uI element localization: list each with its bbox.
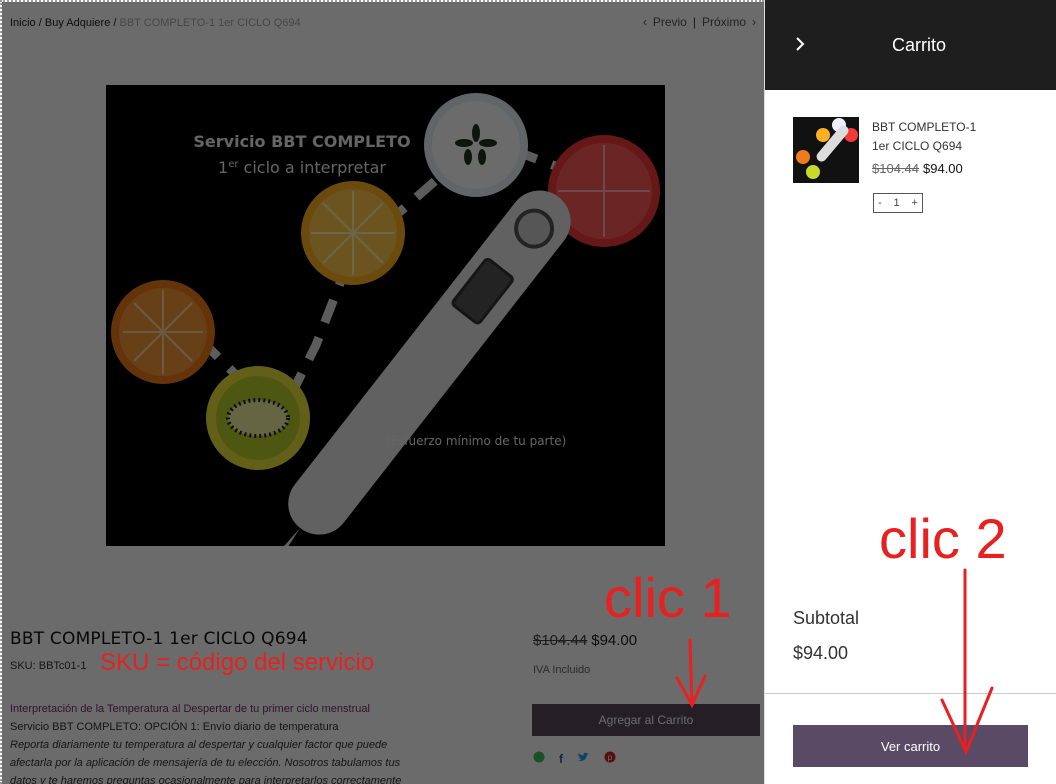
product-title: BBT COMPLETO-1 1er CICLO Q694: [10, 629, 308, 649]
cart-item-thumbnail[interactable]: [793, 117, 859, 183]
subtotal-label: Subtotal: [793, 608, 860, 628]
annotation-clic-1: clic 1: [604, 566, 732, 629]
sku-line: SKU: BBTc01-1: [10, 660, 86, 672]
cart-item-name-line2: 1er CICLO Q694: [872, 139, 963, 153]
twitter-icon[interactable]: [577, 752, 590, 766]
sku-label: SKU:: [10, 660, 36, 672]
description-line: datos y te haremos preguntas ocasionalme…: [10, 775, 402, 784]
add-to-cart-button[interactable]: Agregar al Carrito: [532, 704, 760, 736]
image-caption: (Esfuerzo mínimo de tu parte): [386, 434, 567, 448]
breadcrumb-separator: /: [113, 17, 117, 29]
cart-item-price: $104.44 $94.00: [872, 161, 963, 176]
description-line: Reporta diariamente tu temperatura al de…: [10, 739, 388, 751]
product-image[interactable]: Servicio BBT COMPLETO 1er ciclo a interp…: [106, 85, 665, 611]
pager-separator: |: [692, 15, 696, 29]
prev-link[interactable]: Previo: [653, 15, 687, 29]
share-icons: f p: [533, 751, 616, 766]
sku-value: BBTc01-1: [38, 660, 87, 672]
svg-text:p: p: [608, 753, 613, 762]
page: Inicio / Buy Adquiere / BBT COMPLETO-1 1…: [0, 0, 1056, 784]
cart-thumbnail-illustration: [793, 117, 859, 183]
breadcrumb-home[interactable]: Inicio: [10, 17, 36, 29]
view-cart-button[interactable]: Ver carrito: [793, 725, 1028, 767]
qty-plus-button[interactable]: +: [912, 197, 918, 209]
apple-slice-image: [424, 93, 528, 197]
cart-item-name-line1: BBT COMPLETO-1: [872, 120, 977, 134]
quantity-stepper[interactable]: - 1 +: [873, 193, 923, 213]
product-illustration: Servicio BBT COMPLETO 1er ciclo a interp…: [106, 85, 665, 611]
cart-item-price-sale: $94.00: [923, 161, 963, 176]
breadcrumb: Inicio / Buy Adquiere / BBT COMPLETO-1 1…: [10, 17, 301, 29]
breadcrumb-section[interactable]: Buy Adquiere: [45, 17, 110, 29]
image-title-line2: 1er ciclo a interpretar: [218, 158, 386, 177]
qty-value[interactable]: 1: [894, 197, 900, 209]
annotation-clic-2: clic 2: [879, 507, 1007, 570]
product-description: Interpretación de la Temperatura al Desp…: [10, 700, 470, 784]
description-line: Servicio BBT COMPLETO: OPCIÓN 1: Envío d…: [10, 721, 339, 733]
qty-minus-button[interactable]: -: [878, 197, 882, 209]
annotation-sku-note: SKU = código del servicio: [100, 649, 375, 676]
lemon-slice-image: [301, 181, 405, 285]
product-price: $104.44 $94.00: [533, 632, 637, 649]
orange-slice-image: [111, 280, 215, 384]
cart-title: Carrito: [891, 35, 946, 55]
image-title-suffix: ciclo a interpretar: [238, 158, 386, 177]
whatsapp-icon[interactable]: [533, 751, 545, 766]
cart-header: Carrito: [765, 0, 1056, 90]
description-line: Interpretación de la Temperatura al Desp…: [10, 703, 370, 715]
next-link[interactable]: Próximo: [702, 15, 746, 29]
cart-item-name[interactable]: BBT COMPLETO-1 1er CICLO Q694: [872, 118, 1022, 156]
image-title-ordinal: 1: [218, 158, 228, 177]
chevron-right-icon[interactable]: ›: [752, 15, 756, 29]
breadcrumb-current: BBT COMPLETO-1 1er CICLO Q694: [119, 17, 301, 29]
subtotal-value: $94.00: [793, 643, 849, 663]
product-pager: ‹ Previo | Próximo ›: [643, 15, 756, 29]
cart-panel: Carrito BBT COMPLETO-1 1er CICLO Q694 $1…: [764, 0, 1056, 784]
cart-divider: [765, 693, 1056, 694]
breadcrumb-separator: /: [38, 17, 42, 29]
price-sale: $94.00: [591, 632, 638, 649]
tax-note: IVA Incluido: [533, 664, 591, 676]
chevron-left-icon[interactable]: ‹: [643, 15, 647, 29]
facebook-icon[interactable]: f: [559, 752, 563, 766]
kiwi-slice-image: [206, 366, 310, 470]
price-original: $104.44: [533, 632, 588, 649]
pinterest-icon[interactable]: p: [604, 751, 616, 766]
cart-item-price-original: $104.44: [872, 161, 919, 176]
image-title-line1: Servicio BBT COMPLETO: [193, 132, 410, 151]
description-line: afectarla por la aplicación de mensajerí…: [10, 757, 401, 769]
